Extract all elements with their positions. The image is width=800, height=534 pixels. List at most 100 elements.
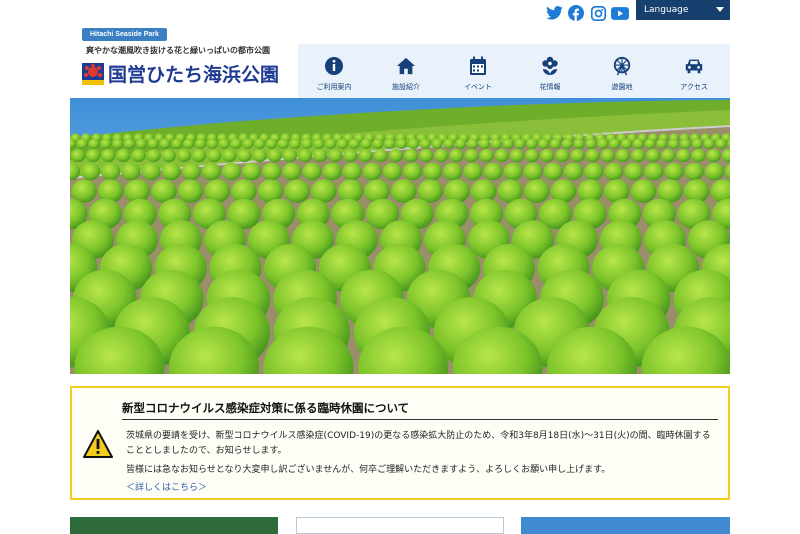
info-icon <box>324 56 344 76</box>
nav-item-flowers[interactable]: 花情報 <box>514 44 586 98</box>
hero-image <box>70 98 730 374</box>
nav-item-access[interactable]: アクセス <box>658 44 730 98</box>
kochia-bush <box>604 162 624 181</box>
kochia-bush <box>563 162 583 181</box>
logo-badge: Hitachi Seaside Park <box>82 28 167 41</box>
kochia-bush <box>384 138 396 149</box>
nav-label: アクセス <box>680 83 708 91</box>
feature-card[interactable] <box>296 517 504 534</box>
main-nav: ご利用案内 施設紹介 イベント 花情報 遊園地 アクセス <box>298 44 730 98</box>
language-select[interactable]: Language <box>636 0 730 20</box>
kochia-bush <box>88 138 100 149</box>
kochia-bush <box>302 162 322 181</box>
kochia-bush <box>644 138 656 149</box>
kochia-bush <box>478 138 490 149</box>
kochia-bush <box>455 138 467 149</box>
kochia-bush <box>267 148 282 163</box>
nav-item-guide[interactable]: ご利用案内 <box>298 44 370 98</box>
kochia-bush <box>584 162 604 181</box>
kochia-bush <box>282 148 297 163</box>
kochia-bush <box>135 138 147 149</box>
twitter-icon[interactable] <box>545 4 563 22</box>
notice-body: 茨城県の要請を受け、新型コロナウイルス感染症(COVID-19)の更なる感染拡大… <box>126 429 718 482</box>
park-title: 国営ひたち海浜公園 <box>108 64 280 86</box>
kochia-bush <box>342 162 362 181</box>
nav-item-amusement[interactable]: 遊園地 <box>586 44 658 98</box>
kochia-bush <box>343 148 358 163</box>
kochia-bush <box>661 148 676 163</box>
notice-paragraph: 茨城県の要請を受け、新型コロナウイルス感染症(COVID-19)の更なる感染拡大… <box>126 431 711 456</box>
divider <box>122 419 718 420</box>
kochia-bush <box>691 148 706 163</box>
kochia-bush <box>537 138 550 149</box>
nav-item-facilities[interactable]: 施設紹介 <box>370 44 442 98</box>
kochia-bush <box>483 162 503 181</box>
kochia-bush <box>221 162 241 181</box>
kochia-bush <box>503 162 523 181</box>
kochia-bush <box>101 148 116 163</box>
kochia-bush <box>715 138 727 149</box>
kochia-bush <box>85 148 101 163</box>
home-icon <box>396 56 416 76</box>
kochia-bush <box>524 179 550 203</box>
kochia-bush <box>76 138 88 149</box>
kochia-bush <box>543 162 563 181</box>
kochia-bush <box>431 138 443 149</box>
kochia-bush <box>443 138 455 149</box>
kochia-bush <box>502 138 514 149</box>
kochia-bush <box>183 138 195 149</box>
kochia-bush <box>597 138 609 149</box>
kochia-bush <box>100 138 112 149</box>
nav-item-events[interactable]: イベント <box>442 44 514 98</box>
kochia-bush <box>676 148 691 163</box>
feature-card[interactable] <box>521 517 730 534</box>
kochia-bush <box>443 162 463 181</box>
youtube-icon[interactable] <box>611 4 629 22</box>
kochia-bush <box>608 138 621 149</box>
feature-card[interactable] <box>70 517 278 534</box>
kochia-bush <box>161 148 176 163</box>
kochia-bush <box>463 162 483 181</box>
kochia-bush <box>539 148 555 163</box>
park-logo-icon <box>82 62 104 85</box>
covid-notice: 新型コロナウイルス感染症対策に係る臨時休園について 茨城県の要請を受け、新型コロ… <box>70 386 730 500</box>
kochia-bush <box>490 138 502 149</box>
details-link[interactable]: ＜詳しくはこちら＞ <box>126 480 207 493</box>
facebook-icon[interactable] <box>567 4 585 22</box>
kochia-bush <box>656 138 668 149</box>
kochia-bush <box>146 148 161 163</box>
kochia-bush <box>620 138 633 149</box>
instagram-icon[interactable] <box>589 4 607 22</box>
kochia-bush <box>131 148 146 163</box>
kochia-bush <box>704 162 724 181</box>
notice-title: 新型コロナウイルス感染症対策に係る臨時休園について <box>122 401 410 415</box>
kochia-bush <box>464 148 479 163</box>
kochia-bush <box>555 148 570 163</box>
kochia-bush <box>116 148 131 163</box>
kochia-bush <box>403 148 419 163</box>
kochia-bush <box>407 138 419 149</box>
kochia-bush <box>241 162 262 181</box>
kochia-bush <box>242 138 254 149</box>
kochia-bush <box>664 162 684 181</box>
park-name: 国営ひたち海浜公園 <box>82 60 279 87</box>
tagline: 爽やかな潮風吹き抜ける花と緑いっぱいの都市公園 <box>86 45 270 55</box>
kochia-bush <box>171 138 183 149</box>
kochia-bush <box>254 138 266 149</box>
kochia-bush <box>201 162 221 181</box>
kochia-bush <box>706 148 721 163</box>
kochia-bush <box>382 162 402 181</box>
kochia-bush <box>523 162 543 181</box>
kochia-bush <box>206 138 218 149</box>
kochia-bush <box>301 138 313 149</box>
kochia-bush <box>526 138 538 149</box>
site-logo[interactable]: Hitachi Seaside Park 爽やかな潮風吹き抜ける花と緑いっぱいの… <box>82 28 296 94</box>
kochia-bush <box>284 179 310 203</box>
kochia-bush <box>265 138 277 149</box>
kochia-bush <box>230 138 242 149</box>
kochia-bush <box>222 148 237 163</box>
kochia-bush <box>684 162 704 181</box>
calendar-icon <box>468 56 488 76</box>
nav-label: ご利用案内 <box>316 83 352 91</box>
kochia-bush <box>570 148 585 163</box>
